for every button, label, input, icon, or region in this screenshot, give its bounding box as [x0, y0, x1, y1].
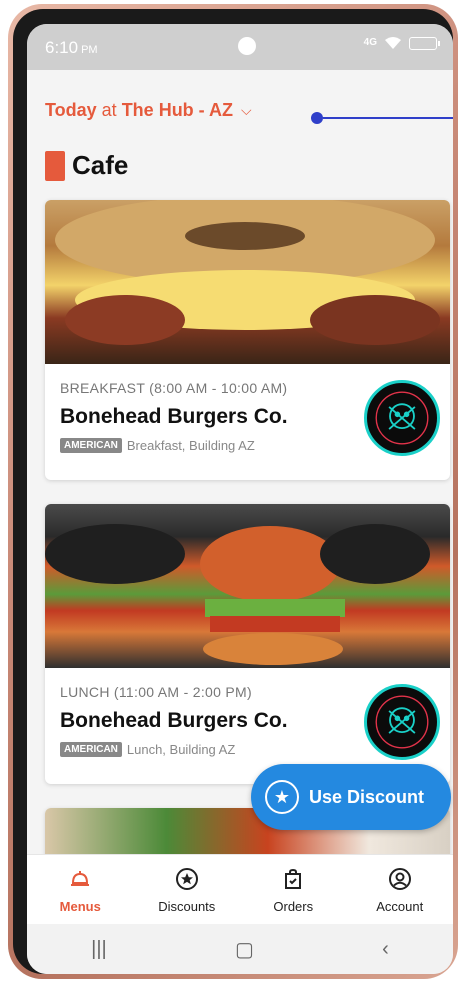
annotation-pointer-line — [323, 117, 453, 119]
location-selector[interactable]: Today at The Hub - AZ ⌵ — [45, 100, 252, 121]
card-image-bagel — [45, 200, 450, 364]
nav-item-orders[interactable]: Orders — [240, 855, 347, 924]
vendor-details: Breakfast, Building AZ — [126, 438, 255, 453]
cuisine-badge: AMERICAN — [60, 438, 122, 453]
vendor-logo — [364, 684, 440, 760]
nav-label-orders: Orders — [273, 899, 314, 914]
nav-item-menus[interactable]: Menus — [27, 855, 134, 924]
user-circle-icon — [388, 868, 411, 890]
nav-item-account[interactable]: Account — [347, 855, 454, 924]
skull-logo-icon — [375, 391, 429, 445]
skull-logo-icon — [375, 695, 429, 749]
section-header: Cafe — [45, 150, 128, 181]
nav-item-discounts[interactable]: Discounts — [134, 855, 241, 924]
card-image-burger — [45, 504, 450, 668]
status-time: 6:10 PM — [45, 38, 98, 58]
nav-label-account: Account — [376, 899, 424, 914]
bottom-nav: Menus Discounts Orders Account — [27, 854, 453, 924]
nav-label-menus: Menus — [59, 899, 101, 914]
wifi-icon — [385, 37, 401, 49]
chevron-down-icon: ⌵ — [241, 102, 252, 118]
status-bar: 6:10 PM 4G — [27, 24, 453, 70]
vendor-logo — [364, 380, 440, 456]
vendor-details: Lunch, Building AZ — [126, 742, 236, 757]
cuisine-badge: AMERICAN — [60, 742, 122, 757]
section-title: Cafe — [72, 150, 129, 180]
menu-card-breakfast[interactable]: BREAKFAST (8:00 AM - 10:00 AM) Bonehead … — [45, 200, 450, 480]
section-marker — [45, 150, 65, 181]
status-icons: 4G — [363, 36, 440, 50]
status-time-ampm: PM — [81, 44, 98, 56]
cloche-icon — [71, 871, 90, 886]
back-button[interactable]: ‹ — [382, 938, 389, 961]
star-circle-icon: ★ — [265, 780, 299, 814]
recents-button[interactable]: ||| — [91, 938, 107, 961]
location-day: Today — [45, 100, 97, 120]
burger-illustration — [45, 524, 430, 665]
system-nav-bar: ||| ▢ ‹ — [27, 924, 453, 974]
use-discount-label: Use Discount — [309, 786, 425, 807]
card-body: BREAKFAST (8:00 AM - 10:00 AM) Bonehead … — [45, 364, 450, 480]
location-at: at — [101, 100, 117, 120]
front-camera — [238, 37, 256, 55]
network-indicator: 4G — [363, 37, 377, 48]
phone-frame: 6:10PM 4G Today at The Hub - AZ ⌵ Cafe — [8, 4, 458, 979]
status-time-value: 6:10 — [45, 38, 79, 57]
shopping-bag-check-icon — [285, 868, 302, 889]
location-venue: The Hub - AZ — [121, 100, 234, 120]
app-screen: 6:10PM 4G Today at The Hub - AZ ⌵ Cafe — [27, 24, 453, 974]
star-circle-icon — [175, 868, 198, 890]
menu-card-lunch[interactable]: LUNCH (11:00 AM - 2:00 PM) Bonehead Burg… — [45, 504, 450, 784]
use-discount-button[interactable]: ★ Use Discount — [251, 764, 451, 830]
nav-label-discounts: Discounts — [158, 899, 216, 914]
bagel-illustration — [55, 200, 440, 345]
home-button[interactable]: ▢ — [235, 937, 254, 962]
battery-icon — [409, 36, 440, 50]
annotation-pointer-dot — [311, 112, 323, 124]
